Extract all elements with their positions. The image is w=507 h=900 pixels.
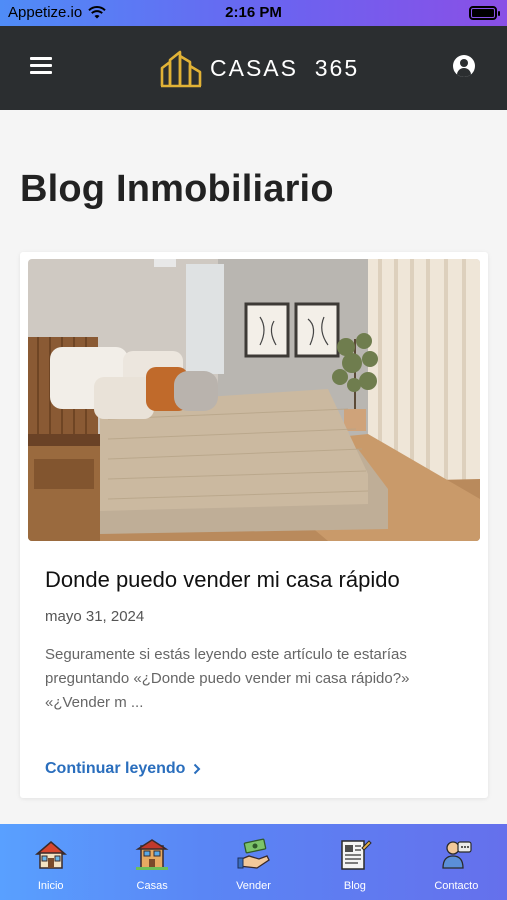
nav-label-casas: Casas <box>136 880 168 892</box>
continue-reading-link[interactable]: Continuar leyendo <box>45 760 201 778</box>
app-header: CASAS 365 <box>0 26 507 110</box>
continue-reading-label: Continuar leyendo <box>45 760 186 777</box>
page-title: Blog Inmobiliario <box>20 168 334 210</box>
bedroom-photo <box>28 259 480 541</box>
nav-label-contacto: Contacto <box>434 880 479 892</box>
main-content: Blog Inmobiliario Donde puedo vender mi … <box>0 110 507 824</box>
nav-label-vender: Vender <box>236 880 271 892</box>
post-image[interactable] <box>28 259 480 541</box>
account-icon[interactable] <box>453 55 475 77</box>
post-excerpt: Seguramente si estás leyendo este artícu… <box>45 646 410 711</box>
nav-item-contacto[interactable]: Contacto <box>406 824 507 900</box>
menu-button[interactable] <box>30 57 52 77</box>
houses-icon <box>135 839 169 870</box>
newspaper-icon <box>341 840 372 870</box>
nav-item-casas[interactable]: Casas <box>101 824 202 900</box>
house-icon <box>34 841 67 869</box>
post-date: mayo 31, 2024 <box>45 608 145 625</box>
money-hand-icon <box>237 838 270 869</box>
battery-icon <box>469 6 500 20</box>
nav-label-blog: Blog <box>343 880 366 892</box>
nav-label-inicio: Inicio <box>37 880 64 892</box>
status-time: 2:16 PM <box>225 4 282 21</box>
bottom-nav: Inicio Casas Vender Blog Contacto <box>0 824 507 900</box>
status-bar: Appetize.io 2:16 PM <box>0 0 507 26</box>
logo[interactable]: CASAS 365 <box>160 44 359 92</box>
chevron-right-icon <box>194 763 201 775</box>
nav-item-inicio[interactable]: Inicio <box>0 824 101 900</box>
nav-item-blog[interactable]: Blog <box>304 824 405 900</box>
nav-item-vender[interactable]: Vender <box>203 824 304 900</box>
logo-text: CASAS 365 <box>210 54 360 81</box>
buildings-logo-icon <box>160 50 202 88</box>
post-title[interactable]: Donde puedo vender mi casa rápido <box>45 567 400 593</box>
blog-post-card[interactable]: Donde puedo vender mi casa rápido mayo 3… <box>20 252 488 798</box>
contact-icon <box>442 841 472 869</box>
